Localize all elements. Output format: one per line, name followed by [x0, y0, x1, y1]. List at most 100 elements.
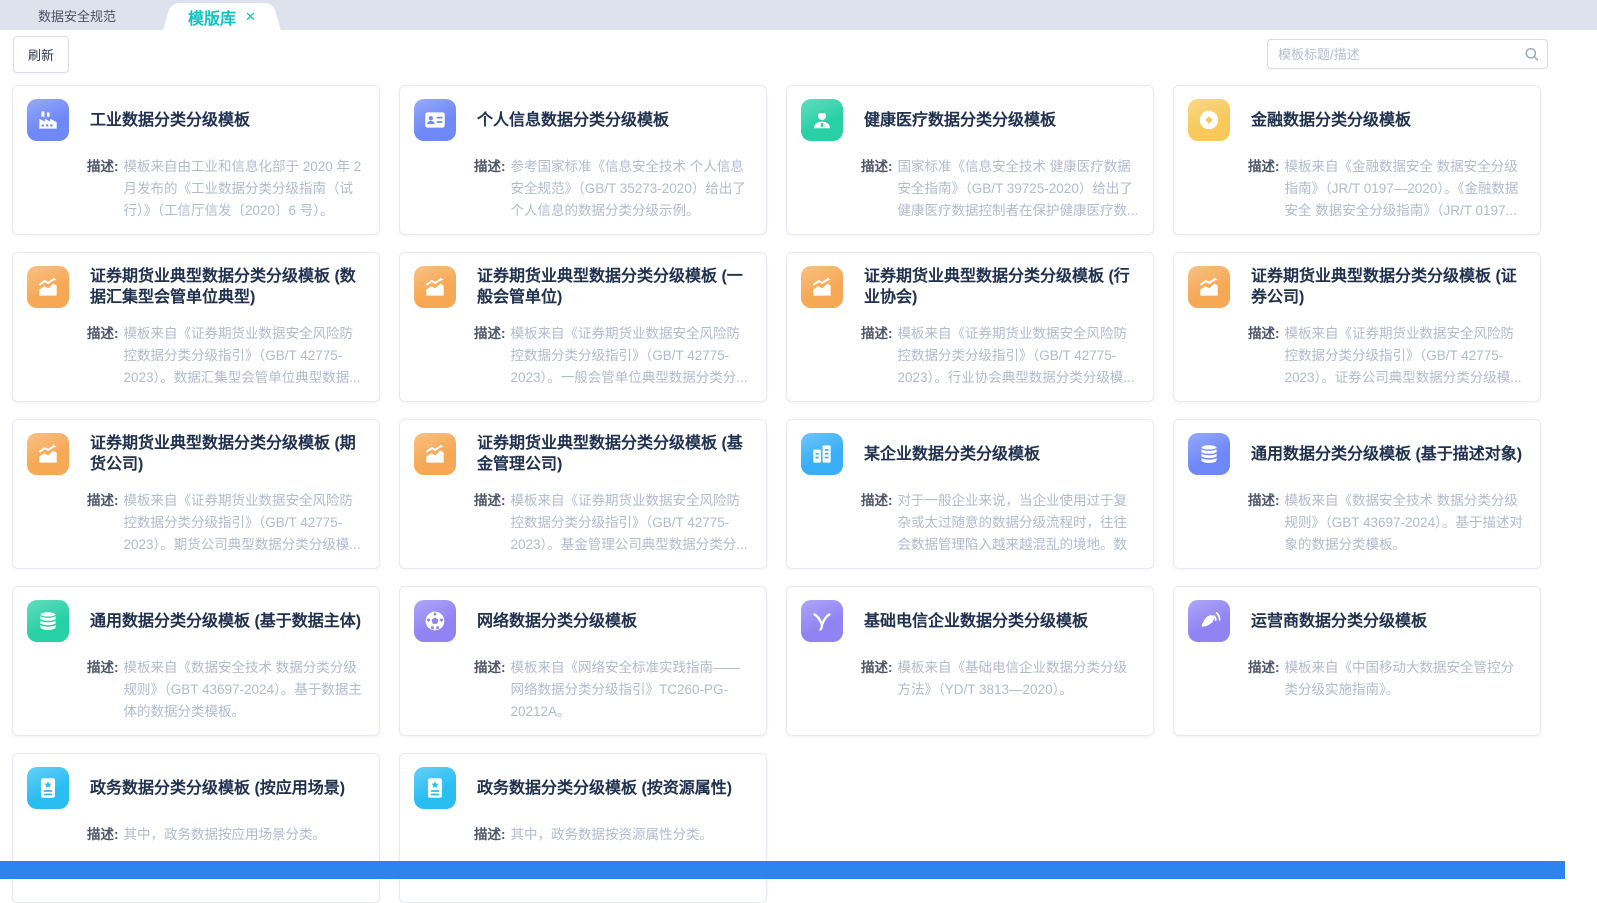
- card-title: 政务数据分类分级模板 (按应用场景): [90, 778, 345, 799]
- card-desc-text: 模板来自《证券期货业数据安全风险防控数据分类分级指引》（GB/T 42775-2…: [124, 490, 366, 556]
- factory-icon: [27, 99, 69, 141]
- coin-icon: [1188, 99, 1230, 141]
- doctor-icon: [801, 99, 843, 141]
- template-card[interactable]: 政务数据分类分级模板 (按资源属性) 描述: 其中，政务数据按资源属性分类。: [399, 753, 767, 903]
- template-card[interactable]: 证券期货业典型数据分类分级模板 (行业协会) 描述: 模板来自《证券期货业数据安…: [786, 252, 1154, 402]
- card-desc-text: 其中，政务数据按资源属性分类。: [511, 824, 753, 846]
- card-desc-label: 描述:: [1248, 657, 1280, 701]
- card-desc-label: 描述:: [1248, 156, 1280, 222]
- card-desc-text: 模板来自《证券期货业数据安全风险防控数据分类分级指引》（GB/T 42775-2…: [898, 323, 1140, 389]
- cards-grid: 工业数据分类分级模板 描述: 模板来自由工业和信息化部于 2020 年 2 月发…: [0, 78, 1597, 903]
- card-desc-text: 国家标准《信息安全技术 健康医疗数据安全指南》（GB/T 39725-2020）…: [898, 156, 1140, 222]
- template-card[interactable]: 金融数据分类分级模板 描述: 模板来自《金融数据安全 数据安全分级指南》（JR/…: [1173, 85, 1541, 235]
- template-card[interactable]: 通用数据分类分级模板 (基于描述对象) 描述: 模板来自《数据安全技术 数据分类…: [1173, 419, 1541, 569]
- refresh-button[interactable]: 刷新: [13, 36, 69, 73]
- toolbar: 刷新: [0, 30, 1597, 78]
- search-box: [1267, 39, 1548, 69]
- card-title: 证券期货业典型数据分类分级模板 (期货公司): [90, 433, 365, 475]
- bottom-scrollbar[interactable]: [0, 861, 1565, 879]
- card-title: 网络数据分类分级模板: [477, 611, 637, 632]
- card-title: 证券期货业典型数据分类分级模板 (基金管理公司): [477, 433, 752, 475]
- card-desc-label: 描述:: [87, 323, 119, 389]
- card-desc-text: 参考国家标准《信息安全技术 个人信息安全规范》（GB/T 35273-2020）…: [511, 156, 753, 222]
- tab-bar: 数据安全规范 模版库 ✕: [0, 0, 1597, 30]
- card-desc-text: 模板来自《金融数据安全 数据安全分级指南》（JR/T 0197—2020）。《金…: [1285, 156, 1527, 222]
- card-desc-text: 模板来自《证券期货业数据安全风险防控数据分类分级指引》（GB/T 42775-2…: [511, 323, 753, 389]
- card-desc-text: 模板来自《中国移动大数据安全管控分类分级实施指南》。: [1285, 657, 1527, 701]
- card-desc-text: 模板来自《基础电信企业数据分类分级方法》（YD/T 3813—2020）。: [898, 657, 1140, 701]
- card-desc-text: 模板来自《数据安全技术 数据分类分级规则》（GBT 43697-2024）。基于…: [1285, 490, 1527, 556]
- card-desc-label: 描述:: [87, 657, 119, 723]
- template-card[interactable]: 网络数据分类分级模板 描述: 模板来自《网络安全标准实践指南——网络数据分类分级…: [399, 586, 767, 736]
- card-desc-text: 模板来自由工业和信息化部于 2020 年 2 月发布的《工业数据分类分级指南（试…: [124, 156, 366, 222]
- tab-data-security-spec[interactable]: 数据安全规范: [22, 0, 132, 30]
- card-desc-text: 模板来自《证券期货业数据安全风险防控数据分类分级指引》（GB/T 42775-2…: [1285, 323, 1527, 389]
- card-desc-label: 描述:: [474, 490, 506, 556]
- id-card-icon: [414, 99, 456, 141]
- template-card[interactable]: 个人信息数据分类分级模板 描述: 参考国家标准《信息安全技术 个人信息安全规范》…: [399, 85, 767, 235]
- card-title: 证券期货业典型数据分类分级模板 (证券公司): [1251, 266, 1526, 308]
- card-desc-label: 描述:: [474, 824, 506, 846]
- card-title: 某企业数据分类分级模板: [864, 444, 1040, 465]
- template-card[interactable]: 证券期货业典型数据分类分级模板 (期货公司) 描述: 模板来自《证券期货业数据安…: [12, 419, 380, 569]
- template-card[interactable]: 基础电信企业数据分类分级模板 描述: 模板来自《基础电信企业数据分类分级方法》（…: [786, 586, 1154, 736]
- satellite-icon: [1188, 600, 1230, 642]
- template-card[interactable]: 通用数据分类分级模板 (基于数据主体) 描述: 模板来自《数据安全技术 数据分类…: [12, 586, 380, 736]
- card-title: 基础电信企业数据分类分级模板: [864, 611, 1088, 632]
- chart-icon: [1188, 266, 1230, 308]
- template-card[interactable]: 政务数据分类分级模板 (按应用场景) 描述: 其中，政务数据按应用场景分类。: [12, 753, 380, 903]
- template-card[interactable]: 证券期货业典型数据分类分级模板 (基金管理公司) 描述: 模板来自《证券期货业数…: [399, 419, 767, 569]
- card-desc-text: 其中，政务数据按应用场景分类。: [124, 824, 366, 846]
- database-icon: [1188, 433, 1230, 475]
- globe-icon: [414, 600, 456, 642]
- card-desc-text: 模板来自《证券期货业数据安全风险防控数据分类分级指引》（GB/T 42775-2…: [511, 490, 753, 556]
- card-title: 证券期货业典型数据分类分级模板 (行业协会): [864, 266, 1139, 308]
- card-desc-label: 描述:: [87, 156, 119, 222]
- search-icon[interactable]: [1523, 46, 1540, 63]
- gov-badge-icon: [414, 767, 456, 809]
- card-title: 个人信息数据分类分级模板: [477, 110, 669, 131]
- card-desc-text: 模板来自《证券期货业数据安全风险防控数据分类分级指引》（GB/T 42775-2…: [124, 323, 366, 389]
- card-desc-label: 描述:: [474, 156, 506, 222]
- tab-template-library[interactable]: 模版库 ✕: [174, 3, 270, 30]
- card-title: 运营商数据分类分级模板: [1251, 611, 1427, 632]
- card-title: 通用数据分类分级模板 (基于描述对象): [1251, 444, 1522, 465]
- chart-icon: [27, 266, 69, 308]
- chart-icon: [414, 433, 456, 475]
- card-desc-label: 描述:: [861, 156, 893, 222]
- card-title: 金融数据分类分级模板: [1251, 110, 1411, 131]
- card-desc-label: 描述:: [474, 657, 506, 723]
- card-desc-text: 模板来自《网络安全标准实践指南——网络数据分类分级指引》TC260-PG-202…: [511, 657, 753, 723]
- template-card[interactable]: 工业数据分类分级模板 描述: 模板来自由工业和信息化部于 2020 年 2 月发…: [12, 85, 380, 235]
- card-title: 政务数据分类分级模板 (按资源属性): [477, 778, 732, 799]
- card-desc-label: 描述:: [1248, 490, 1280, 556]
- database-icon: [27, 600, 69, 642]
- template-card[interactable]: 运营商数据分类分级模板 描述: 模板来自《中国移动大数据安全管控分类分级实施指南…: [1173, 586, 1541, 736]
- card-title: 证券期货业典型数据分类分级模板 (数据汇集型会管单位典型): [90, 266, 365, 308]
- card-desc-text: 对于一般企业来说，当企业使用过于复杂或太过随意的数据分级流程时，往往会数据管理陷…: [898, 490, 1140, 556]
- chart-icon: [414, 266, 456, 308]
- template-card[interactable]: 某企业数据分类分级模板 描述: 对于一般企业来说，当企业使用过于复杂或太过随意的…: [786, 419, 1154, 569]
- building-icon: [801, 433, 843, 475]
- card-title: 证券期货业典型数据分类分级模板 (一般会管单位): [477, 266, 752, 308]
- template-card[interactable]: 健康医疗数据分类分级模板 描述: 国家标准《信息安全技术 健康医疗数据安全指南》…: [786, 85, 1154, 235]
- chart-icon: [27, 433, 69, 475]
- card-desc-label: 描述:: [861, 657, 893, 701]
- close-tab-icon[interactable]: ✕: [245, 10, 256, 23]
- card-desc-label: 描述:: [87, 824, 119, 846]
- card-desc-text: 模板来自《数据安全技术 数据分类分级规则》（GBT 43697-2024）。基于…: [124, 657, 366, 723]
- card-title: 通用数据分类分级模板 (基于数据主体): [90, 611, 361, 632]
- card-desc-label: 描述:: [1248, 323, 1280, 389]
- template-card[interactable]: 证券期货业典型数据分类分级模板 (证券公司) 描述: 模板来自《证券期货业数据安…: [1173, 252, 1541, 402]
- card-desc-label: 描述:: [474, 323, 506, 389]
- card-desc-label: 描述:: [861, 323, 893, 389]
- tab-template-library-label: 模版库: [188, 5, 236, 29]
- chart-icon: [801, 266, 843, 308]
- card-title: 健康医疗数据分类分级模板: [864, 110, 1056, 131]
- search-input[interactable]: [1267, 39, 1548, 69]
- template-card[interactable]: 证券期货业典型数据分类分级模板 (一般会管单位) 描述: 模板来自《证券期货业数…: [399, 252, 767, 402]
- card-desc-label: 描述:: [861, 490, 893, 556]
- template-card[interactable]: 证券期货业典型数据分类分级模板 (数据汇集型会管单位典型) 描述: 模板来自《证…: [12, 252, 380, 402]
- gov-badge-icon: [27, 767, 69, 809]
- card-title: 工业数据分类分级模板: [90, 110, 250, 131]
